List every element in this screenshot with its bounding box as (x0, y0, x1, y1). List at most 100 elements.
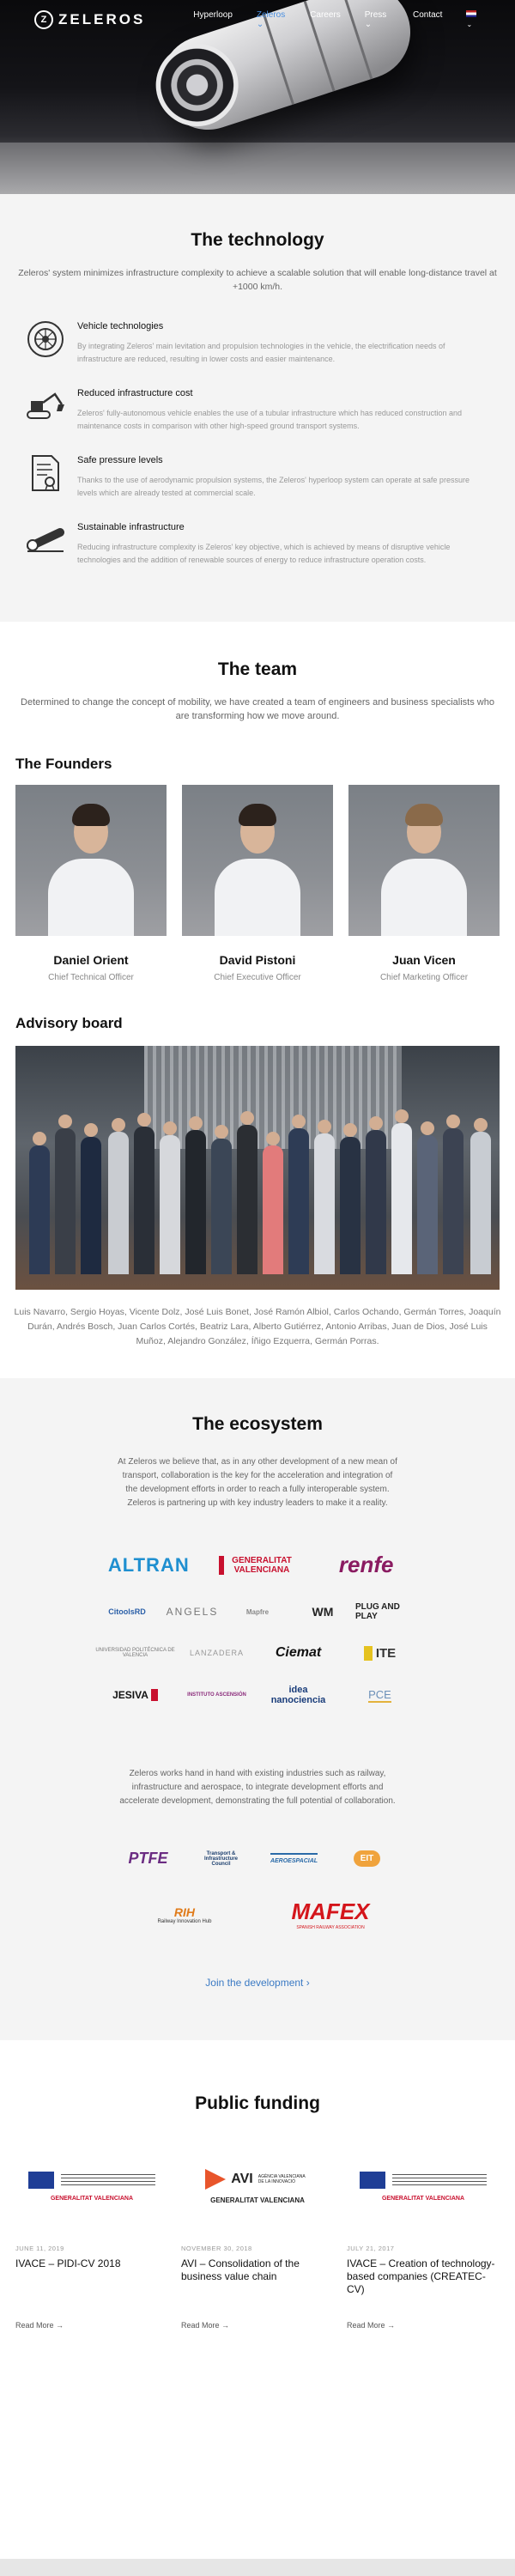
idea-nanociencia-logo: idea nanociencia (270, 1685, 326, 1705)
funding-card-date: JUNE 11, 2019 (15, 2245, 64, 2252)
mafex-logo: MAFEX SPANISH RAILWAY ASSOCIATION (291, 1899, 370, 1930)
nav-item-contact[interactable]: Contact (413, 10, 442, 29)
founder-role: Chief Technical Officer (48, 973, 134, 982)
read-more-link[interactable]: Read More → (15, 2321, 64, 2330)
funding-card-date: NOVEMBER 30, 2018 (181, 2245, 252, 2252)
uk-flag-icon (466, 10, 477, 17)
gva-logo: GENERALITAT VALENCIANA (50, 2195, 134, 2202)
nav-item-careers[interactable]: Careers (310, 10, 341, 29)
eu-flag-icon (28, 2171, 54, 2189)
founder-name: David Pistoni (219, 953, 296, 967)
nav-item-label: Hyperloop (193, 10, 233, 20)
advisory-names: Luis Navarro, Sergio Hoyas, Vicente Dolz… (14, 1307, 501, 1346)
funding-card-image: AVI AGÈNCIA VALENCIANA DE LA INNOVACIÓ GE… (181, 2143, 334, 2229)
eu-funding-note (392, 2173, 487, 2186)
join-development-link[interactable]: Join the development › (0, 1977, 515, 1989)
certificate-icon (26, 453, 65, 493)
angels-logo: ANGELS (166, 1606, 219, 1618)
eit-logo: EIT (353, 1850, 381, 1867)
feature-text: Zeleros' fully-autonomous vehicle enable… (77, 409, 462, 430)
feature-text: Thanks to the use of aerodynamic propuls… (77, 476, 470, 497)
renfe-logo: renfe (338, 1552, 394, 1577)
instituto-logo: INSTITUTO ASCENSIÓN (187, 1692, 246, 1698)
logo-text: ZELEROS (58, 11, 146, 27)
funding-card: GENERALITAT VALENCIANA JULY 21, 2017 IVA… (347, 2143, 500, 2332)
founder-name: Daniel Orient (53, 953, 129, 967)
funding-card-date: JULY 21, 2017 (347, 2245, 395, 2252)
read-more-link[interactable]: Read More → (347, 2321, 395, 2330)
nav-item-label: Contact (413, 10, 443, 20)
founders-title: The Founders (15, 756, 112, 772)
language-switcher[interactable]: ⌄ (466, 10, 481, 29)
ecosystem-logo-grid: UNIVERSIDAD POLITÉCNICA DE VALENCIA LANZ… (94, 1645, 421, 1661)
avi-subtitle: AGÈNCIA VALENCIANA DE LA INNOVACIÓ (258, 2173, 306, 2184)
feature-list: Vehicle technologies By integrating Zeler… (0, 319, 515, 567)
nav-item-label: Careers (310, 10, 341, 20)
feature-item: Sustainable infrastructure Reducing infra… (26, 520, 489, 567)
feature-text: By integrating Zeleros' main levitation … (77, 342, 445, 363)
founder-role: Chief Marketing Officer (379, 973, 469, 982)
jesiva-logo: JESIVA (112, 1689, 158, 1701)
founder-card: Daniel Orient Chief Technical Officer (15, 785, 167, 982)
hero-floor (0, 143, 515, 194)
nav-item-zeleros[interactable]: Zeleros ⌄ (257, 10, 286, 29)
funding-card-title: AVI – Consolidation of the business valu… (181, 2257, 300, 2282)
eu-funding-note (61, 2173, 155, 2186)
read-more-link[interactable]: Read More → (181, 2321, 229, 2330)
nav-item-press[interactable]: Press ⌄ (365, 10, 389, 29)
eu-flag-icon (360, 2171, 385, 2189)
funding-card-image: GENERALITAT VALENCIANA (15, 2143, 168, 2229)
ecosystem-section: The ecosystem At Zeleros we believe that… (0, 1378, 515, 2040)
excavator-icon (26, 386, 65, 426)
technology-title: The technology (191, 230, 324, 250)
partner-logo-grid: PTFE Transport & Infrastructure Council … (112, 1850, 403, 1868)
funding-card-title: IVACE – Creation of technology-based com… (347, 2257, 495, 2295)
feature-text: Reducing infrastructure complexity is Ze… (77, 543, 451, 564)
partner-logo-grid: RIH Railway Innovation Hub MAFEX SPANISH… (112, 1899, 403, 1930)
feature-title: Sustainable infrastructure (77, 522, 185, 532)
funding-card-title: IVACE – PIDI-CV 2018 (15, 2257, 121, 2269)
chevron-down-icon: ⌄ (466, 21, 473, 28)
public-funding-section: Public funding GENERALITAT VALENCIANA JU… (0, 2040, 515, 2332)
founder-photo (15, 785, 167, 936)
gva-logo: GENERALITAT VALENCIANA (210, 2196, 305, 2204)
ecosystem-logo-grid: ALTRAN GENERALITAT VALENCIANA renfe (94, 1552, 421, 1578)
zeleros-logo[interactable]: Z ZELEROS (34, 10, 145, 29)
upv-logo: UNIVERSIDAD POLITÉCNICA DE VALENCIA (95, 1648, 175, 1658)
funding-card: GENERALITAT VALENCIANA JUNE 11, 2019 IVA… (15, 2143, 168, 2332)
founder-photo (348, 785, 500, 936)
feature-title: Safe pressure levels (77, 455, 163, 465)
funding-card-image: GENERALITAT VALENCIANA (347, 2143, 500, 2229)
founder-photo (182, 785, 333, 936)
ciemat-logo: Ciemat (275, 1645, 322, 1660)
feature-item: Vehicle technologies By integrating Zeler… (26, 319, 489, 366)
founder-list: Daniel Orient Chief Technical Officer Da… (0, 785, 515, 982)
team-title: The team (217, 659, 298, 679)
technology-section: The technology Zeleros' system minimizes… (0, 194, 515, 622)
feature-title: Vehicle technologies (77, 321, 164, 331)
ecosystem-lead-2: Zeleros works hand in hand with existing… (119, 1769, 396, 1806)
lanzadera-logo: LANZADERA (189, 1649, 244, 1657)
feature-item: Reduced infrastructure cost Zeleros' full… (26, 386, 489, 433)
chevron-down-icon: ⌄ (364, 20, 373, 29)
feature-title: Reduced infrastructure cost (77, 388, 193, 398)
feature-item: Safe pressure levels Thanks to the use of… (26, 453, 489, 500)
advisory-board-photo (15, 1046, 500, 1290)
engine-icon (26, 319, 65, 359)
nav-item-hyperloop[interactable]: Hyperloop (193, 10, 233, 29)
wm-logo: WM (312, 1605, 334, 1619)
avi-arrow-icon (205, 2168, 227, 2190)
team-lead: Determined to change the concept of mobi… (21, 697, 494, 721)
chevron-down-icon: ⌄ (256, 20, 264, 29)
zeleros-logo-icon: Z (34, 10, 53, 29)
nav-menu: Hyperloop Zeleros ⌄ Careers Press ⌄ Cont… (193, 10, 481, 29)
tube-icon (26, 520, 65, 560)
technology-lead: Zeleros' system minimizes infrastructure… (18, 268, 497, 292)
ecosystem-logo-grid: CitoolsRD ANGELS Mapfre WM PLUG AND PLAY (94, 1602, 421, 1621)
aeroespacial-logo: AEROESPACIAL (270, 1853, 318, 1864)
mapfre-logo: Mapfre (245, 1607, 270, 1616)
funding-card-list: GENERALITAT VALENCIANA JUNE 11, 2019 IVA… (0, 2143, 515, 2332)
ptfe-logo: PTFE (128, 1850, 168, 1867)
main-nav: Z ZELEROS Hyperloop Zeleros ⌄ Careers Pr… (0, 0, 515, 39)
founder-name: Juan Vicen (392, 953, 456, 967)
